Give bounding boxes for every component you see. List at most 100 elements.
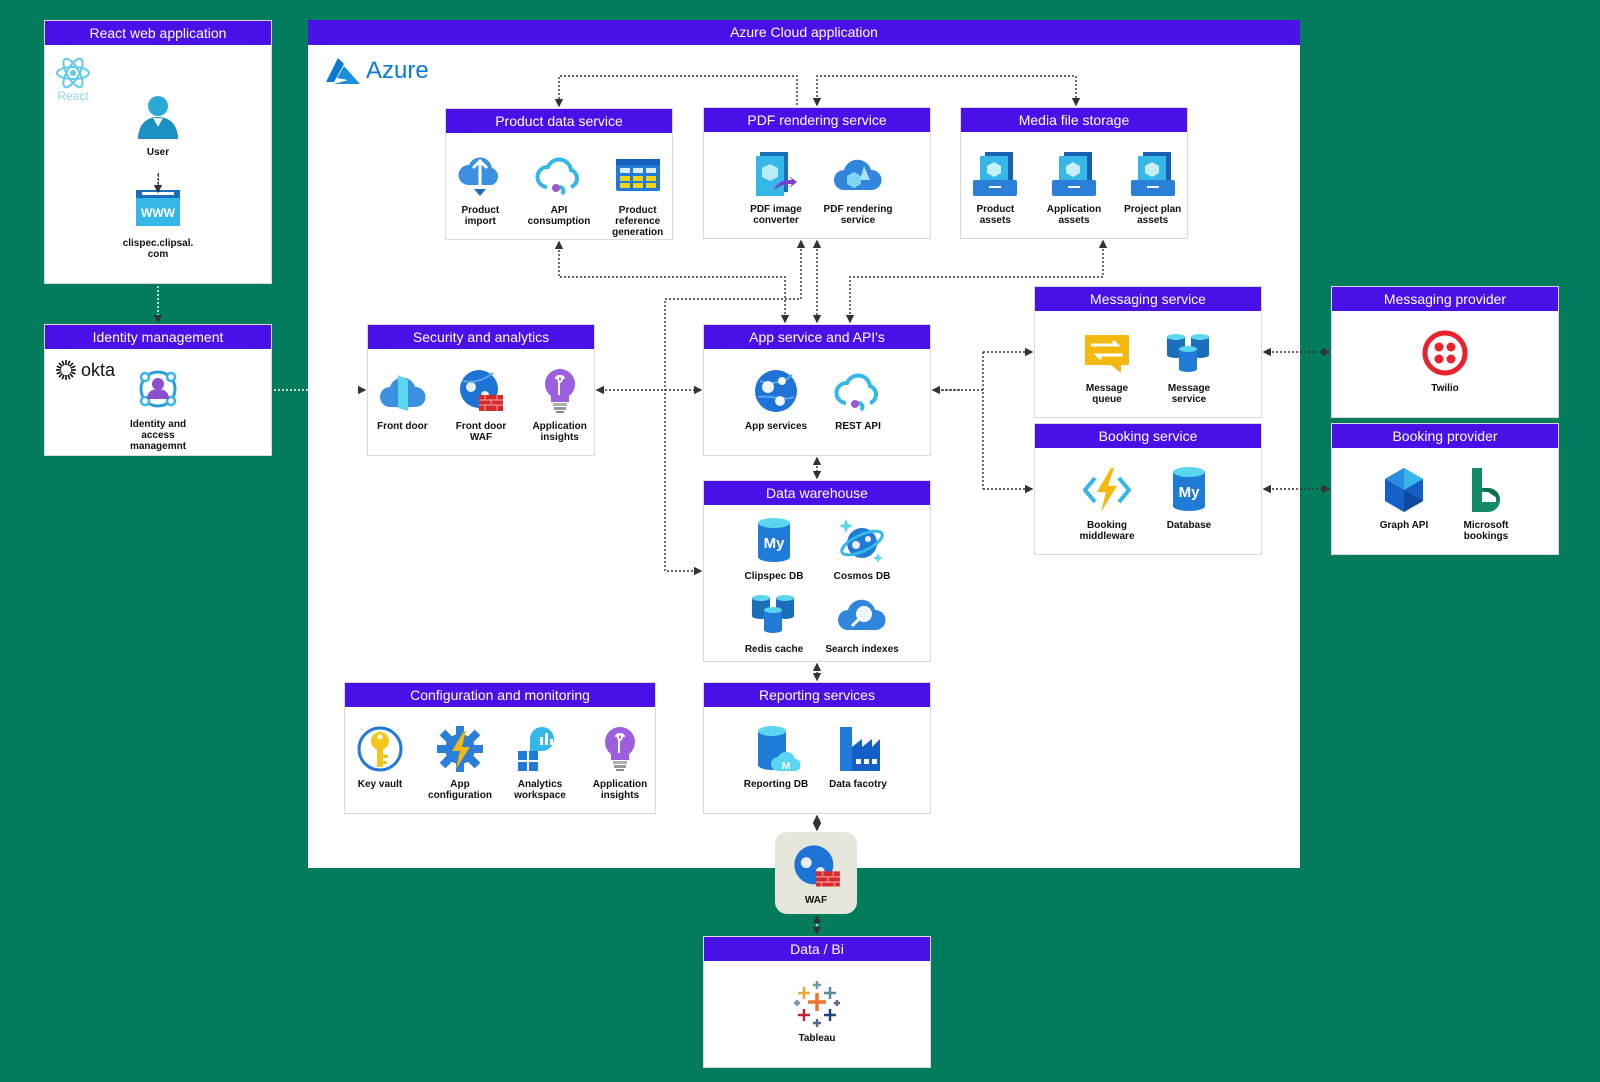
service-item[interactable]: Search indexes (823, 590, 901, 655)
service-label: Clipspec DB (744, 571, 804, 582)
storage-icon (1130, 152, 1175, 196)
service-label: Twilio (1431, 383, 1459, 394)
api-cloud-icon (834, 373, 878, 412)
service-label: Cosmos DB (833, 571, 891, 582)
service-item[interactable]: My Clipspec DB (735, 517, 813, 582)
service-item[interactable]: Data facotry (822, 725, 894, 790)
appservice-header: App service and API's (704, 325, 930, 349)
identity-items: Identity and access managemnt (45, 365, 271, 452)
warehouse-panel: Data warehouse My Clipspec DB Cosmos DB Redi… (703, 480, 931, 662)
service-item[interactable]: Product reference generation (603, 151, 672, 238)
lightbulb-icon (605, 727, 635, 771)
service-item[interactable]: M Reporting DB (740, 725, 812, 790)
service-label: App services (744, 421, 808, 432)
security-items: Front door Front door WAF Application insi… (368, 367, 594, 443)
booking-header: Booking service (1035, 424, 1261, 448)
svg-text:My: My (1179, 484, 1200, 501)
pdf-items: PDF image converter PDF rendering service (704, 150, 930, 226)
analytics-icon (518, 727, 554, 771)
www-icon: WWW (136, 190, 180, 226)
service-label: Application assets (1046, 204, 1102, 226)
service-item[interactable]: Analytics workspace (505, 725, 575, 801)
service-label: User (146, 147, 170, 158)
product-data-panel: Product data service Product import API co… (445, 108, 673, 240)
databi-panel: Data / Bi Tableau (703, 936, 931, 1068)
service-item[interactable]: User (122, 93, 194, 158)
twilio-icon (1422, 330, 1468, 376)
reporting-panel: Reporting services M Reporting DB Data faco… (703, 682, 931, 814)
service-label: Microsoft bookings (1463, 520, 1509, 542)
service-item[interactable]: Twilio (1409, 329, 1481, 394)
service-item[interactable]: Booking middleware (1071, 466, 1143, 542)
service-item[interactable]: PDF image converter (740, 150, 812, 226)
service-item[interactable]: App services (740, 367, 812, 432)
service-label: Booking middleware (1079, 520, 1135, 542)
service-item[interactable]: Cosmos DB (823, 517, 901, 582)
service-item[interactable]: Product import (446, 151, 515, 238)
service-label: Redis cache (744, 644, 804, 655)
service-label: Message queue (1085, 383, 1129, 405)
gear-bolt-icon (437, 726, 483, 772)
service-item[interactable]: My Database (1153, 466, 1225, 542)
media-items: Product assets Application assets Project … (961, 150, 1187, 226)
bookings-icon (1472, 468, 1500, 512)
product-data-header: Product data service (446, 109, 672, 133)
waf-gateway[interactable]: WAF (775, 832, 857, 914)
service-item[interactable]: App configuration (425, 725, 495, 801)
config-header: Configuration and monitoring (345, 683, 655, 707)
config-panel: Configuration and monitoring Key vault App… (344, 682, 656, 814)
service-item[interactable]: Tableau (781, 979, 853, 1044)
message-queue-icon (1085, 335, 1129, 373)
service-item[interactable]: Microsoft bookings (1450, 466, 1522, 542)
service-item[interactable]: Front door (368, 367, 437, 443)
media-header: Media file storage (961, 108, 1187, 132)
service-label: API consumption (527, 205, 591, 227)
service-item[interactable]: API consumption (525, 151, 594, 238)
msg-provider-panel: Messaging provider Twilio (1331, 286, 1559, 418)
front-door-icon (380, 375, 426, 411)
service-label: Tableau (798, 1033, 836, 1044)
media-panel: Media file storage Product assets Applicat… (960, 107, 1188, 239)
service-item[interactable]: Product assets (961, 150, 1030, 226)
pdf-converter-icon (756, 152, 797, 196)
service-item[interactable]: Graph API (1368, 466, 1440, 542)
service-item[interactable]: Application insights (525, 367, 594, 443)
product-data-items: Product import API consumption Product ref… (446, 151, 672, 238)
search-cloud-icon (838, 599, 886, 630)
service-label: Data facotry (829, 779, 887, 790)
service-item[interactable]: Application insights (585, 725, 655, 801)
service-item[interactable]: REST API (822, 367, 894, 432)
service-item[interactable]: Identity and access managemnt (122, 365, 194, 452)
service-item[interactable]: WWW clispec.clipsal. com (122, 184, 194, 260)
service-item[interactable]: Key vault (345, 725, 415, 801)
react-panel: React web application React User WWW clispec… (44, 20, 272, 284)
reporting-items: M Reporting DB Data facotry (704, 725, 930, 790)
book-provider-header: Booking provider (1332, 424, 1558, 448)
book-provider-panel: Booking provider Graph API Microsoft booki… (1331, 423, 1559, 555)
appservice-items: App services REST API (704, 367, 930, 432)
svg-text:M: M (782, 761, 790, 772)
service-label: Application insights (592, 779, 648, 801)
service-label: Product reference generation (612, 205, 664, 238)
service-label: REST API (835, 421, 881, 432)
service-item[interactable]: Project plan assets (1118, 150, 1187, 226)
waf-globe-icon (460, 370, 503, 411)
lightbulb-icon (544, 369, 575, 413)
user-icon (138, 96, 178, 139)
service-label: Search indexes (825, 644, 899, 655)
svg-text:My: My (764, 535, 785, 552)
reporting-header: Reporting services (704, 683, 930, 707)
service-item[interactable]: PDF rendering service (822, 150, 894, 226)
service-label: Database (1166, 520, 1212, 531)
react-icon (56, 57, 90, 89)
pdf-panel: PDF rendering service PDF image converter… (703, 107, 931, 239)
service-item[interactable]: Front door WAF (447, 367, 516, 443)
service-item[interactable]: Application assets (1040, 150, 1109, 226)
warehouse-header: Data warehouse (704, 481, 930, 505)
service-item[interactable]: Message service (1153, 329, 1225, 405)
storage-icon (1052, 152, 1096, 196)
service-item[interactable]: Message queue (1071, 329, 1143, 405)
service-item[interactable]: Redis cache (735, 590, 813, 655)
service-label: Reporting DB (743, 779, 809, 790)
messaging-header: Messaging service (1035, 287, 1261, 311)
